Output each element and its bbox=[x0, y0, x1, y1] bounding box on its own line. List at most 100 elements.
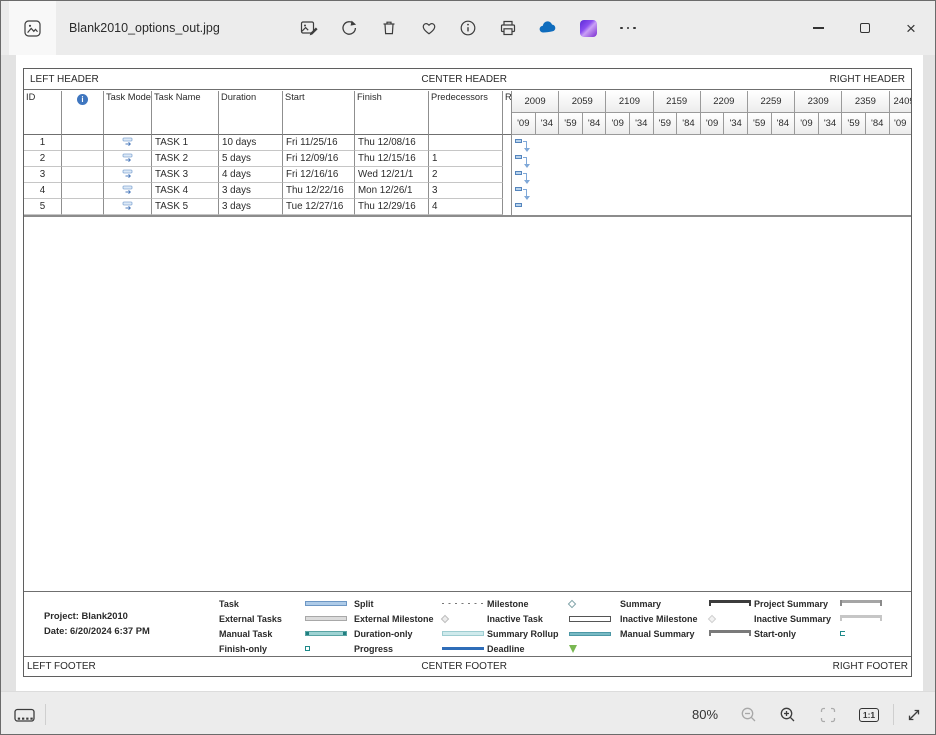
legend-column-5: Project Summary Inactive Summary Start-o… bbox=[754, 596, 886, 641]
gantt-row bbox=[512, 135, 911, 151]
milestone-swatch bbox=[569, 598, 615, 610]
finish-only-swatch bbox=[305, 643, 351, 655]
cell-info bbox=[62, 135, 104, 151]
cell-duration: 10 days bbox=[219, 135, 283, 151]
duration-only-swatch bbox=[442, 628, 488, 640]
titlebar: Blank2010_options_out.jpg bbox=[1, 1, 935, 55]
zoom-out-button[interactable] bbox=[737, 703, 761, 727]
print-date: Date: 6/20/2024 6:37 PM bbox=[44, 623, 150, 638]
task-table: ID i Task Mode Task Name Duration Start … bbox=[24, 91, 503, 215]
cell-duration: 4 days bbox=[219, 167, 283, 183]
rotate-button[interactable] bbox=[333, 12, 365, 44]
cell-start: Thu 12/22/16 bbox=[283, 183, 355, 199]
legend-label: Milestone bbox=[487, 599, 569, 609]
manual-summary-swatch bbox=[709, 628, 755, 640]
gantt-link-arrow bbox=[523, 173, 527, 183]
delete-button[interactable] bbox=[373, 12, 405, 44]
legend-label: Manual Summary bbox=[620, 629, 709, 639]
right-header-text: RIGHT HEADER bbox=[830, 74, 905, 85]
cell-start: Fri 12/16/16 bbox=[283, 167, 355, 183]
cell-task-name: TASK 1 bbox=[152, 135, 219, 151]
project-name: Project: Blank2010 bbox=[44, 608, 150, 623]
manual-task-swatch bbox=[305, 628, 351, 640]
legend-label: Inactive Milestone bbox=[620, 614, 709, 624]
cell-duration: 5 days bbox=[219, 151, 283, 167]
legend-label: Summary bbox=[620, 599, 709, 609]
col-header-id: ID bbox=[24, 91, 62, 135]
cell-info bbox=[62, 167, 104, 183]
task-bar-swatch bbox=[305, 598, 351, 610]
one-to-one-icon: 1:1 bbox=[859, 708, 879, 722]
zoom-level: 80% bbox=[687, 692, 723, 735]
col-header-task-mode: Task Mode bbox=[104, 91, 152, 135]
gantt-bar bbox=[515, 139, 522, 143]
col-header-task-name: Task Name bbox=[152, 91, 219, 135]
gantt-row bbox=[512, 151, 911, 167]
task-mode-icon bbox=[104, 199, 152, 215]
cell-id: 2 bbox=[24, 151, 62, 167]
designer-button[interactable] bbox=[572, 12, 604, 44]
legend-label: Deadline bbox=[487, 644, 569, 654]
gantt-row bbox=[512, 183, 911, 199]
cell-predecessors bbox=[429, 135, 503, 151]
clipped-column-header: R bbox=[503, 91, 511, 135]
gantt-link-arrow bbox=[523, 189, 527, 199]
filmstrip-toggle-button[interactable] bbox=[11, 703, 39, 727]
start-only-swatch bbox=[840, 628, 886, 640]
print-button[interactable] bbox=[492, 12, 524, 44]
minimize-button[interactable] bbox=[798, 12, 838, 44]
cell-finish: Mon 12/26/1 bbox=[355, 183, 429, 199]
timescale-years: 2009 2059 2109 2159 2209 2259 2309 2359 … bbox=[512, 91, 911, 113]
page-header-band: LEFT HEADER CENTER HEADER RIGHT HEADER bbox=[24, 69, 911, 90]
cell-predecessors: 4 bbox=[429, 199, 503, 215]
legend-column-1: Task External Tasks Manual Task Finish-o… bbox=[219, 596, 351, 656]
legend-column-2: Split External Milestone Duration-only P… bbox=[354, 596, 488, 656]
cell-id: 3 bbox=[24, 167, 62, 183]
close-button[interactable]: × bbox=[891, 12, 931, 44]
cell-task-name: TASK 5 bbox=[152, 199, 219, 215]
cell-task-name: TASK 4 bbox=[152, 183, 219, 199]
left-header-text: LEFT HEADER bbox=[30, 74, 99, 85]
fullscreen-button[interactable] bbox=[902, 703, 926, 727]
project-info: Project: Blank2010 Date: 6/20/2024 6:37 … bbox=[44, 608, 150, 638]
cell-predecessors: 2 bbox=[429, 167, 503, 183]
favorite-button[interactable] bbox=[413, 12, 445, 44]
displayed-image[interactable]: LEFT HEADER CENTER HEADER RIGHT HEADER I… bbox=[16, 55, 923, 691]
legend-label: External Tasks bbox=[219, 614, 305, 624]
task-mode-icon bbox=[104, 183, 152, 199]
minimize-icon bbox=[813, 27, 824, 28]
legend-label: Project Summary bbox=[754, 599, 840, 609]
zoom-in-button[interactable] bbox=[776, 703, 800, 727]
page-footer-band: LEFT FOOTER CENTER FOOTER RIGHT FOOTER bbox=[24, 657, 911, 676]
photos-app-window: Blank2010_options_out.jpg bbox=[0, 0, 936, 735]
cell-finish: Wed 12/21/1 bbox=[355, 167, 429, 183]
onedrive-button[interactable] bbox=[532, 12, 564, 44]
cell-finish: Thu 12/29/16 bbox=[355, 199, 429, 215]
legend-label: Duration-only bbox=[354, 629, 442, 639]
actual-size-button[interactable]: 1:1 bbox=[854, 703, 884, 727]
ellipsis-icon bbox=[620, 27, 636, 30]
cell-task-name: TASK 3 bbox=[152, 167, 219, 183]
legend-band: Project: Blank2010 Date: 6/20/2024 6:37 … bbox=[24, 591, 911, 657]
more-options-button[interactable] bbox=[612, 12, 644, 44]
cell-id: 5 bbox=[24, 199, 62, 215]
legend-label: Finish-only bbox=[219, 644, 305, 654]
fit-to-window-button[interactable] bbox=[816, 703, 840, 727]
cell-finish: Thu 12/08/16 bbox=[355, 135, 429, 151]
col-header-info: i bbox=[62, 91, 104, 135]
gantt-timescale: 2009 2059 2109 2159 2209 2259 2309 2359 … bbox=[512, 91, 911, 215]
project-summary-swatch bbox=[840, 598, 886, 610]
image-tab[interactable] bbox=[9, 1, 56, 55]
center-footer-text: CENTER FOOTER bbox=[421, 661, 507, 672]
progress-swatch bbox=[442, 643, 488, 655]
cell-task-name: TASK 2 bbox=[152, 151, 219, 167]
statusbar-divider bbox=[893, 704, 894, 725]
maximize-button[interactable] bbox=[845, 12, 885, 44]
file-info-button[interactable] bbox=[452, 12, 484, 44]
edit-image-button[interactable] bbox=[293, 12, 325, 44]
task-mode-icon bbox=[104, 167, 152, 183]
gantt-link-arrow bbox=[523, 141, 527, 151]
close-icon: × bbox=[906, 20, 916, 37]
col-header-predecessors: Predecessors bbox=[429, 91, 503, 135]
gantt-bar bbox=[515, 155, 522, 159]
